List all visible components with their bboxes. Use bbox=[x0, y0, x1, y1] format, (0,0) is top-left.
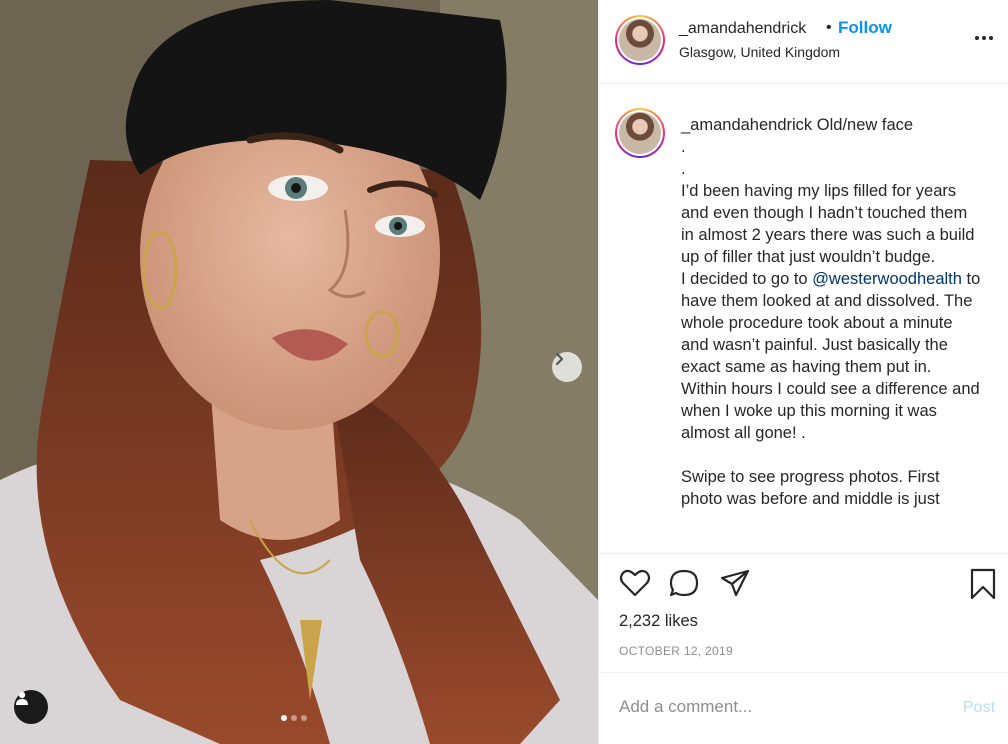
post-date: OCTOBER 12, 2019 bbox=[619, 644, 733, 658]
bookmark-icon[interactable] bbox=[969, 568, 997, 605]
next-slide-button[interactable] bbox=[552, 352, 582, 382]
comment-input[interactable] bbox=[619, 697, 939, 717]
carousel-indicator bbox=[281, 715, 307, 721]
carousel-dot bbox=[301, 715, 307, 721]
post-photo[interactable] bbox=[0, 0, 598, 744]
post-header: _amandahendrick • Follow Glasgow, United… bbox=[599, 0, 1008, 84]
header-username[interactable]: _amandahendrick bbox=[679, 20, 806, 38]
mention-link[interactable]: @westerwoodhealth bbox=[812, 270, 962, 288]
paper-plane-icon[interactable] bbox=[719, 568, 751, 603]
caption-tail: to have them looked at and dissolved. Th… bbox=[681, 270, 981, 508]
caption-body: . . I’d been having my lips filled for y… bbox=[681, 138, 975, 288]
caption-username[interactable]: _amandahendrick bbox=[681, 116, 812, 134]
location-link[interactable]: Glasgow, United Kingdom bbox=[679, 44, 840, 60]
carousel-dot bbox=[291, 715, 297, 721]
post-comment-button[interactable]: Post bbox=[963, 699, 995, 717]
more-options-icon[interactable] bbox=[975, 36, 993, 40]
caption-avatar[interactable] bbox=[615, 108, 665, 158]
post-side-panel: _amandahendrick • Follow Glasgow, United… bbox=[598, 0, 1008, 744]
comment-bar: Post bbox=[599, 672, 1008, 744]
avatar[interactable] bbox=[615, 15, 665, 65]
portrait-image bbox=[0, 0, 598, 744]
action-bar bbox=[599, 566, 1008, 606]
separator-dot: • bbox=[826, 19, 832, 36]
comment-bubble-icon[interactable] bbox=[668, 568, 700, 603]
carousel-dot bbox=[281, 715, 287, 721]
tagged-users-button[interactable] bbox=[14, 690, 48, 724]
caption-section: _amandahendrick Old/new face . . I’d bee… bbox=[599, 84, 1008, 554]
heart-icon[interactable] bbox=[619, 568, 651, 603]
caption-text: _amandahendrick Old/new face . . I’d bee… bbox=[681, 114, 981, 510]
like-count[interactable]: 2,232 likes bbox=[619, 612, 698, 631]
caption-title: Old/new face bbox=[816, 116, 914, 134]
follow-button[interactable]: Follow bbox=[838, 18, 892, 38]
